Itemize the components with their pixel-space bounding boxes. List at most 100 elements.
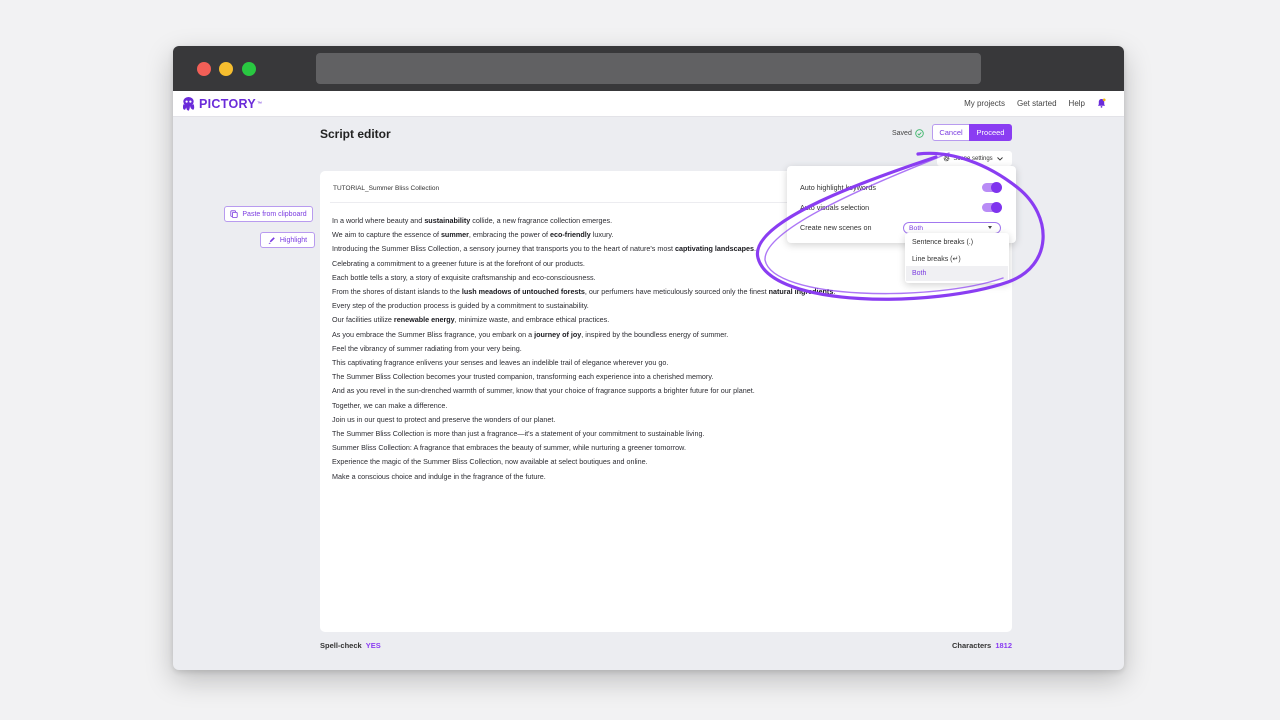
app-navbar: PICTORY ™ My projects Get started Help xyxy=(173,91,1124,117)
script-line[interactable]: Our facilities utilize renewable energy,… xyxy=(332,313,992,327)
notification-bell-icon[interactable] xyxy=(1097,98,1106,108)
logo-trademark: ™ xyxy=(256,100,262,107)
browser-titlebar xyxy=(173,46,1124,91)
character-count: Characters 1812 xyxy=(952,641,1012,650)
scene-settings-button[interactable]: Scene settings xyxy=(937,151,1012,166)
option-sentence-breaks[interactable]: Sentence breaks (.) xyxy=(906,235,1008,250)
script-text-segment: Celebrating a commitment to a greener fu… xyxy=(332,258,585,268)
auto-highlight-label: Auto highlight keywords xyxy=(800,183,876,192)
script-text[interactable]: In a world where beauty and sustainabili… xyxy=(332,214,992,484)
highlighter-icon xyxy=(268,237,275,244)
highlighted-keyword: captivating landscapes xyxy=(674,244,755,254)
highlighted-keyword: eco-friendly xyxy=(550,230,591,240)
octopus-logo-icon xyxy=(182,96,195,111)
script-line[interactable]: Experience the magic of the Summer Bliss… xyxy=(332,455,992,469)
script-text-segment: Introducing the Summer Bliss Collection,… xyxy=(332,244,675,254)
script-line[interactable]: Summer Bliss Collection: A fragrance tha… xyxy=(332,441,992,455)
characters-value: 1812 xyxy=(995,641,1012,650)
scene-break-selected: Both xyxy=(909,224,923,232)
auto-visuals-label: Auto visuals selection xyxy=(800,203,870,212)
maximize-window-button[interactable] xyxy=(242,62,256,76)
script-line[interactable]: Make a conscious choice and indulge in t… xyxy=(332,470,992,484)
proceed-button[interactable]: Proceed xyxy=(969,124,1012,141)
script-text-segment: Every step of the production process is … xyxy=(332,301,589,311)
nav-help[interactable]: Help xyxy=(1069,99,1085,108)
script-text-segment: , embracing the power of xyxy=(468,230,551,240)
script-text-segment: , minimize waste, and embrace ethical pr… xyxy=(454,315,610,325)
script-text-segment: The Summer Bliss Collection becomes your… xyxy=(332,372,714,382)
cancel-button[interactable]: Cancel xyxy=(932,124,970,141)
script-text-segment: . xyxy=(754,244,757,254)
script-text-segment: Our facilities utilize xyxy=(332,315,394,325)
highlighted-keyword: lush meadows of untouched forests xyxy=(461,287,585,297)
paste-from-clipboard-button[interactable]: Paste from clipboard xyxy=(224,206,313,222)
nav-get-started[interactable]: Get started xyxy=(1017,99,1057,108)
script-line[interactable]: Together, we can make a difference. xyxy=(332,399,992,413)
script-text-segment: Experience the magic of the Summer Bliss… xyxy=(332,457,648,467)
scene-break-options: Sentence breaks (.) Line breaks (↵) Both xyxy=(905,233,1009,283)
saved-status: Saved xyxy=(892,129,924,138)
script-text-segment: From the shores of distant islands to th… xyxy=(332,287,462,297)
script-text-segment: As you embrace the Summer Bliss fragranc… xyxy=(332,329,535,339)
script-text-segment: luxury. xyxy=(590,230,614,240)
script-filename[interactable]: TUTORIAL_Summer Bliss Collection xyxy=(333,185,439,192)
nav-my-projects[interactable]: My projects xyxy=(964,99,1005,108)
address-bar[interactable] xyxy=(316,53,981,84)
script-line[interactable]: Celebrating a commitment to a greener fu… xyxy=(332,257,992,271)
highlighted-keyword: renewable energy xyxy=(393,315,455,325)
scene-settings-panel: Auto highlight keywords Auto visuals sel… xyxy=(787,166,1016,243)
characters-label: Characters xyxy=(952,641,992,650)
check-circle-icon xyxy=(915,129,924,138)
option-line-breaks[interactable]: Line breaks (↵) xyxy=(906,251,1008,266)
caret-down-icon xyxy=(988,226,992,229)
script-line[interactable]: Every step of the production process is … xyxy=(332,299,992,313)
script-line[interactable]: Feel the vibrancy of summer radiating fr… xyxy=(332,342,992,356)
script-line[interactable]: The Summer Bliss Collection becomes your… xyxy=(332,370,992,384)
logo-text: PICTORY xyxy=(199,96,256,111)
script-text-segment: . xyxy=(833,287,836,297)
scene-settings-label: Scene settings xyxy=(953,155,993,162)
script-line[interactable]: Introducing the Summer Bliss Collection,… xyxy=(332,242,992,256)
create-scenes-label: Create new scenes on xyxy=(800,223,872,232)
saved-label: Saved xyxy=(892,130,912,137)
highlighted-keyword: sustainability xyxy=(424,216,471,225)
pictory-logo[interactable]: PICTORY ™ xyxy=(181,96,262,111)
script-text-segment: We aim to capture the essence of xyxy=(332,230,441,240)
script-text-segment: , inspired by the boundless energy of su… xyxy=(581,329,729,339)
highlight-button[interactable]: Highlight xyxy=(260,232,315,248)
option-both[interactable]: Both xyxy=(906,266,1008,281)
gear-icon xyxy=(944,155,950,162)
script-text-segment: This captivating fragrance enlivens your… xyxy=(332,358,669,368)
auto-highlight-toggle[interactable] xyxy=(982,182,1002,193)
script-text-segment: Join us in our quest to protect and pres… xyxy=(332,414,556,424)
script-line[interactable]: As you embrace the Summer Bliss fragranc… xyxy=(332,328,992,342)
highlighted-keyword: natural ingredients xyxy=(768,287,834,297)
script-line[interactable]: The Summer Bliss Collection is more than… xyxy=(332,427,992,441)
top-nav-links: My projects Get started Help xyxy=(952,98,1106,108)
script-text-segment: , our perfumers have meticulously source… xyxy=(584,287,769,297)
page-title: Script editor xyxy=(320,127,391,141)
script-text-segment: And as you revel in the sun-drenched war… xyxy=(332,386,755,396)
highlight-label: Highlight xyxy=(279,236,308,244)
script-text-segment: In a world where beauty and xyxy=(332,216,425,225)
browser-window: PICTORY ™ My projects Get started Help S… xyxy=(173,46,1124,670)
spell-check-label: Spell-check xyxy=(320,641,362,650)
script-text-segment: Together, we can make a difference. xyxy=(332,400,448,410)
highlighted-keyword: journey of joy xyxy=(534,329,582,339)
script-text-segment: Each bottle tells a story, a story of ex… xyxy=(332,272,596,282)
minimize-window-button[interactable] xyxy=(219,62,233,76)
script-text-segment: Make a conscious choice and indulge in t… xyxy=(332,471,546,481)
spell-check-status[interactable]: Spell-check YES xyxy=(320,641,381,650)
script-line[interactable]: From the shores of distant islands to th… xyxy=(332,285,992,299)
close-window-button[interactable] xyxy=(197,62,211,76)
script-line[interactable]: And as you revel in the sun-drenched war… xyxy=(332,384,992,398)
script-text-segment: The Summer Bliss Collection is more than… xyxy=(332,429,705,439)
script-text-segment: Feel the vibrancy of summer radiating fr… xyxy=(332,343,522,353)
script-line[interactable]: Each bottle tells a story, a story of ex… xyxy=(332,271,992,285)
script-line[interactable]: Join us in our quest to protect and pres… xyxy=(332,413,992,427)
script-line[interactable]: This captivating fragrance enlivens your… xyxy=(332,356,992,370)
clipboard-icon xyxy=(230,210,238,218)
auto-visuals-toggle[interactable] xyxy=(982,202,1002,213)
paste-label: Paste from clipboard xyxy=(242,210,307,218)
script-text-segment: Summer Bliss Collection: A fragrance tha… xyxy=(332,443,686,453)
